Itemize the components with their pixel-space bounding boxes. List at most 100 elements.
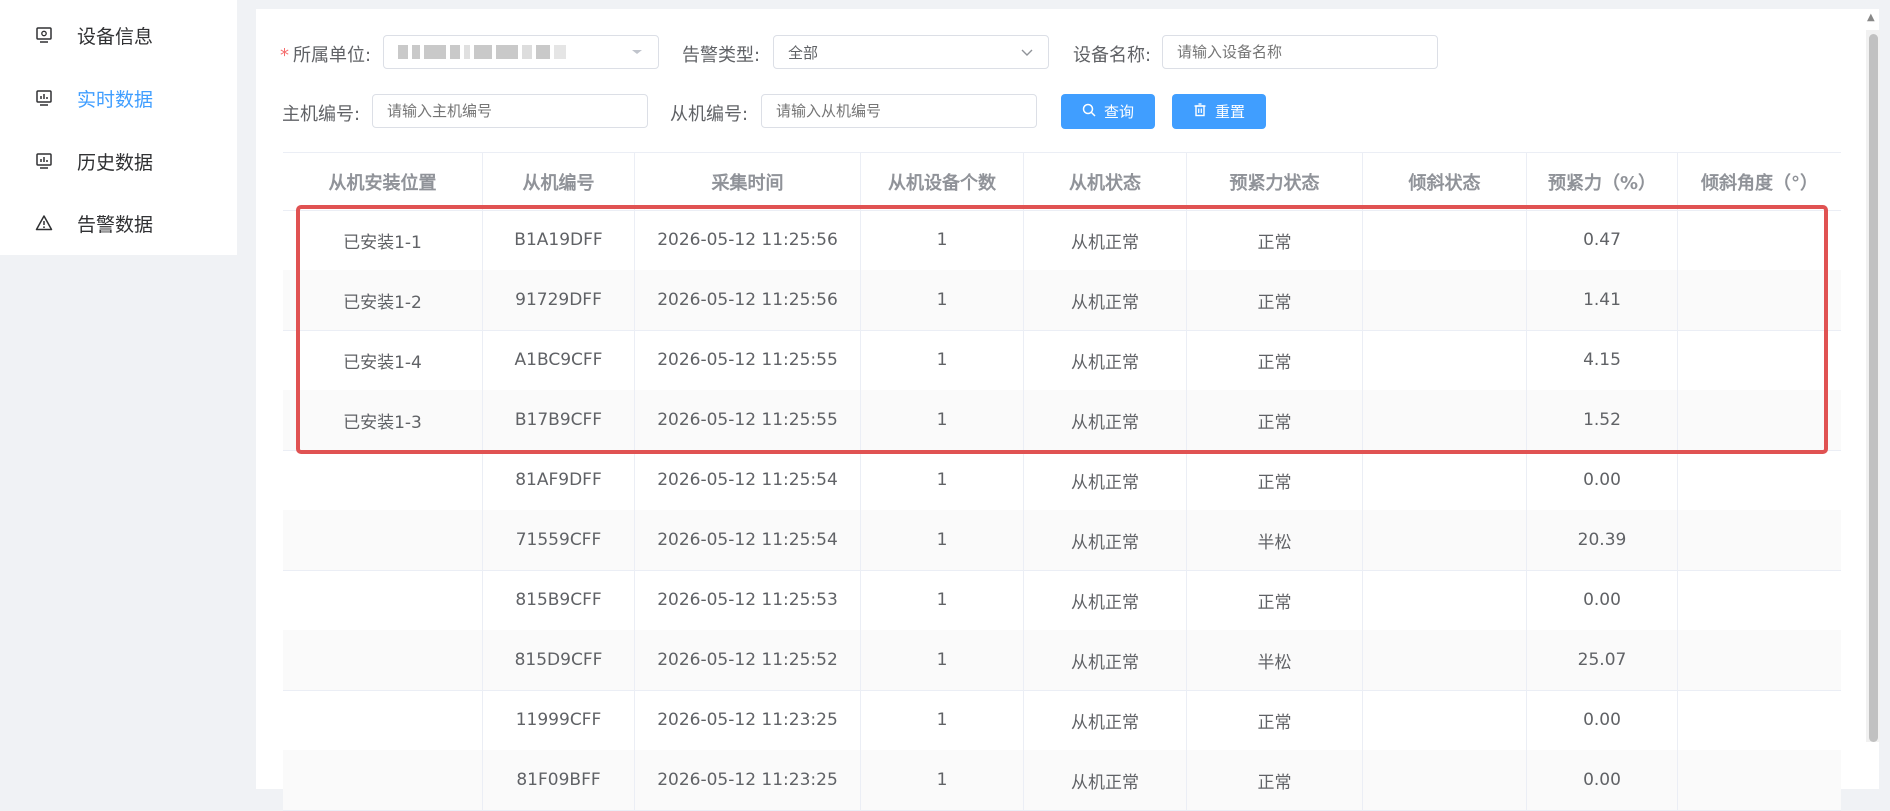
- table-cell: [1363, 690, 1527, 750]
- column-header[interactable]: 预紧力（%）: [1527, 153, 1678, 210]
- table-cell: 从机正常: [1024, 330, 1187, 390]
- table-cell: 1.52: [1527, 390, 1678, 450]
- query-button-label: 查询: [1103, 103, 1134, 121]
- sidebar-item-history-data[interactable]: 历史数据: [0, 130, 237, 192]
- reset-button[interactable]: 重置: [1172, 94, 1266, 129]
- alarm-type-select[interactable]: 全部: [773, 35, 1049, 69]
- trash-icon: [1193, 102, 1207, 121]
- table-cell: 815B9CFF: [483, 570, 635, 630]
- table-cell: 2026-05-12 11:23:25: [635, 750, 861, 810]
- table-cell: [283, 570, 483, 630]
- table-cell: 2026-05-12 11:23:25: [635, 690, 861, 750]
- table-cell: 0.00: [1527, 690, 1678, 750]
- unit-select[interactable]: [383, 35, 659, 69]
- column-header[interactable]: 从机设备个数: [861, 153, 1024, 210]
- redacted-value: [398, 45, 566, 59]
- table-cell: 0.00: [1527, 570, 1678, 630]
- realtime-data-table: 从机安装位置 从机编号 采集时间 从机设备个数 从机状态 预紧力状态 倾斜状态 …: [283, 152, 1841, 811]
- table-cell: 正常: [1187, 390, 1363, 450]
- table-cell: 2026-05-12 11:25:55: [635, 390, 861, 450]
- slave-no-input[interactable]: [761, 94, 1037, 128]
- table-cell: [1363, 270, 1527, 330]
- table-cell: 1: [861, 390, 1024, 450]
- table-cell: 正常: [1187, 210, 1363, 270]
- table-cell: [1678, 570, 1841, 630]
- table-cell: 1: [861, 750, 1024, 810]
- sidebar-item-label: 设备信息: [77, 25, 154, 48]
- table-row[interactable]: 81F09BFF 2026-05-12 11:23:25 1 从机正常 正常 0.00: [283, 750, 1841, 811]
- main-panel: *所属单位: 告警类型: 全部 设备名称: 主机编号: 从机编号: 查询 重置: [256, 9, 1879, 811]
- table-cell: 0.00: [1527, 450, 1678, 510]
- host-no-input[interactable]: [372, 94, 648, 128]
- table-cell: [1678, 210, 1841, 270]
- table-cell: 从机正常: [1024, 210, 1187, 270]
- table-cell: 81F09BFF: [483, 750, 635, 810]
- table-row[interactable]: 11999CFF 2026-05-12 11:23:25 1 从机正常 正常 0.00: [283, 690, 1841, 751]
- table-row[interactable]: 已安装1-1 B1A19DFF 2026-05-12 11:25:56 1 从机正常 正常…: [283, 210, 1841, 271]
- table-cell: 1: [861, 570, 1024, 630]
- table-cell: 2026-05-12 11:25:54: [635, 450, 861, 510]
- table-cell: 2026-05-12 11:25:55: [635, 330, 861, 390]
- table-row[interactable]: 71559CFF 2026-05-12 11:25:54 1 从机正常 半松 20.39: [283, 510, 1841, 571]
- table-cell: 20.39: [1527, 510, 1678, 570]
- table-cell: 已安装1-3: [283, 390, 483, 450]
- column-header[interactable]: 预紧力状态: [1187, 153, 1363, 210]
- warning-icon: [34, 213, 54, 233]
- unit-label: * 所属单位:: [280, 45, 372, 66]
- table-cell: 4.15: [1527, 330, 1678, 390]
- scroll-up-arrow-icon[interactable]: ▲: [1867, 12, 1875, 23]
- column-header[interactable]: 倾斜角度（°）: [1678, 153, 1841, 210]
- table-cell: 81AF9DFF: [483, 450, 635, 510]
- device-name-input[interactable]: [1162, 35, 1438, 69]
- sidebar-item-label: 告警数据: [77, 213, 154, 236]
- column-header[interactable]: 从机状态: [1024, 153, 1187, 210]
- table-cell: [1678, 330, 1841, 390]
- table-cell: 已安装1-1: [283, 210, 483, 270]
- table-cell: 0.00: [1527, 750, 1678, 810]
- table-cell: 正常: [1187, 570, 1363, 630]
- column-header[interactable]: 倾斜状态: [1363, 153, 1527, 210]
- query-button[interactable]: 查询: [1061, 94, 1155, 129]
- sidebar: 设备信息 实时数据 历史数据 告警数据: [0, 0, 237, 255]
- table-cell: [1363, 390, 1527, 450]
- table-row[interactable]: 已安装1-3 B17B9CFF 2026-05-12 11:25:55 1 从机正常 正常…: [283, 390, 1841, 451]
- table-cell: 1: [861, 330, 1024, 390]
- table-cell: [1678, 690, 1841, 750]
- table-row[interactable]: 81AF9DFF 2026-05-12 11:25:54 1 从机正常 正常 0.00: [283, 450, 1841, 511]
- table-cell: 1.41: [1527, 270, 1678, 330]
- table-cell: 从机正常: [1024, 690, 1187, 750]
- table-cell: [1363, 570, 1527, 630]
- table-cell: [1678, 630, 1841, 690]
- table-cell: [1678, 390, 1841, 450]
- column-header[interactable]: 从机编号: [483, 153, 635, 210]
- table-cell: [1363, 630, 1527, 690]
- table-row[interactable]: 815B9CFF 2026-05-12 11:25:53 1 从机正常 正常 0.00: [283, 570, 1841, 631]
- column-header[interactable]: 采集时间: [635, 153, 861, 210]
- host-no-label: 主机编号:: [282, 104, 361, 125]
- sidebar-item-label: 历史数据: [77, 151, 154, 174]
- table-row[interactable]: 已安装1-4 A1BC9CFF 2026-05-12 11:25:55 1 从机正常 正常…: [283, 330, 1841, 391]
- required-asterisk: *: [280, 45, 289, 66]
- sidebar-item-device-info[interactable]: 设备信息: [0, 4, 237, 66]
- sidebar-item-realtime-data[interactable]: 实时数据: [0, 67, 237, 129]
- table-cell: [1678, 750, 1841, 810]
- table-cell: [1678, 510, 1841, 570]
- table-cell: 1: [861, 510, 1024, 570]
- table-row[interactable]: 已安装1-2 91729DFF 2026-05-12 11:25:56 1 从机正常 正常…: [283, 270, 1841, 331]
- scrollbar-thumb[interactable]: [1869, 34, 1878, 742]
- table-row[interactable]: 815D9CFF 2026-05-12 11:25:52 1 从机正常 半松 25.07: [283, 630, 1841, 691]
- table-cell: 从机正常: [1024, 630, 1187, 690]
- sidebar-item-label: 实时数据: [77, 88, 154, 111]
- sidebar-item-alarm-data[interactable]: 告警数据: [0, 192, 237, 254]
- table-cell: [1678, 270, 1841, 330]
- table-cell: 2026-05-12 11:25:56: [635, 270, 861, 330]
- table-cell: 从机正常: [1024, 570, 1187, 630]
- table-cell: A1BC9CFF: [483, 330, 635, 390]
- monitor-chart-icon: [34, 151, 54, 171]
- table-cell: 71559CFF: [483, 510, 635, 570]
- table-cell: [283, 690, 483, 750]
- table-cell: 11999CFF: [483, 690, 635, 750]
- table-cell: 91729DFF: [483, 270, 635, 330]
- column-header[interactable]: 从机安装位置: [283, 153, 483, 210]
- table-cell: 从机正常: [1024, 750, 1187, 810]
